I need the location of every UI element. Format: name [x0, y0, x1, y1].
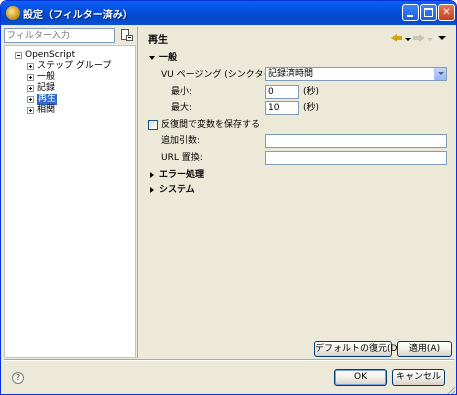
tree-label: OpenScript — [25, 50, 76, 60]
window-title: 設定（フィルター済み） — [23, 10, 133, 21]
expand-node-icon[interactable] — [27, 74, 34, 81]
collapse-all-button[interactable] — [119, 28, 134, 43]
back-button[interactable] — [391, 32, 403, 42]
page-header: 再生 — [141, 28, 454, 48]
collapse-icon — [126, 35, 133, 41]
vu-pacing-value: 記録済時間 — [268, 69, 314, 79]
maximize-button[interactable] — [420, 4, 437, 21]
chevron-down-icon[interactable] — [434, 68, 446, 80]
tree-label: ステップ グループ — [37, 61, 112, 71]
section-general-label: 一般 — [159, 53, 178, 63]
page-title: 再生 — [148, 35, 168, 46]
preserve-vars-checkbox[interactable] — [148, 120, 158, 130]
forward-button[interactable] — [413, 32, 425, 42]
close-button[interactable]: ✕ — [438, 4, 455, 21]
max-label: 最大: — [171, 103, 193, 113]
title-bar[interactable]: 設定（フィルター済み） ✕ — [1, 1, 456, 25]
preferences-tree[interactable]: OpenScript ステップ グループ 一般 記録 再生 相関 — [4, 45, 136, 358]
min-label: 最小: — [171, 87, 193, 97]
ok-button[interactable]: OK — [334, 369, 387, 386]
collapsed-triangle-icon — [150, 172, 154, 178]
section-system-label: システム — [159, 185, 195, 195]
expanded-triangle-icon — [149, 56, 155, 60]
apply-button[interactable]: 適用(A) — [397, 341, 452, 357]
footer-separator — [4, 359, 454, 361]
cancel-button[interactable]: キャンセル — [392, 369, 445, 386]
collapse-node-icon[interactable] — [15, 52, 22, 59]
expand-node-icon[interactable] — [27, 63, 34, 70]
minimize-icon — [407, 15, 413, 17]
tree-label-selected: 再生 — [37, 94, 58, 105]
url-replace-field[interactable] — [265, 151, 447, 165]
url-replace-label: URL 置換: — [161, 153, 203, 163]
section-error-label: エラー処理 — [159, 170, 205, 180]
maximize-icon — [424, 8, 433, 17]
restore-defaults-button[interactable]: デフォルトの復元(D) — [314, 341, 401, 357]
resize-grip-icon[interactable] — [447, 387, 455, 394]
tree-label: 相関 — [37, 105, 56, 115]
min-unit: (秒) — [303, 87, 320, 97]
tree-label: 記録 — [37, 83, 56, 93]
forward-arrow-stem — [413, 36, 419, 40]
extra-args-field[interactable] — [265, 134, 447, 148]
back-arrow-stem — [396, 36, 402, 40]
expand-node-icon[interactable] — [27, 96, 34, 103]
preferences-dialog: 設定（フィルター済み） ✕ OpenScript ステップ グループ 一般 記録… — [0, 0, 457, 395]
tree-label: 一般 — [37, 72, 56, 82]
forward-history-dropdown-icon[interactable] — [427, 38, 433, 41]
close-icon: ✕ — [442, 7, 451, 18]
expand-node-icon[interactable] — [27, 85, 34, 92]
expand-node-icon[interactable] — [27, 107, 34, 114]
pane-divider[interactable] — [137, 27, 138, 358]
max-unit: (秒) — [303, 103, 320, 113]
collapsed-triangle-icon — [150, 187, 154, 193]
filter-input[interactable] — [4, 28, 115, 43]
vu-pacing-select[interactable]: 記録済時間 — [265, 67, 447, 81]
min-field[interactable]: 0 — [265, 85, 299, 99]
app-icon — [6, 6, 20, 20]
max-field[interactable]: 10 — [265, 101, 299, 115]
help-icon[interactable]: ? — [12, 372, 24, 384]
forward-arrow-icon — [419, 34, 425, 42]
view-menu-icon[interactable] — [438, 36, 446, 40]
preserve-vars-label[interactable]: 反復間で変数を保存する — [161, 119, 260, 131]
back-history-dropdown-icon[interactable] — [405, 38, 411, 41]
minimize-button[interactable] — [402, 4, 419, 21]
extra-args-label: 追加引数: — [161, 136, 201, 146]
